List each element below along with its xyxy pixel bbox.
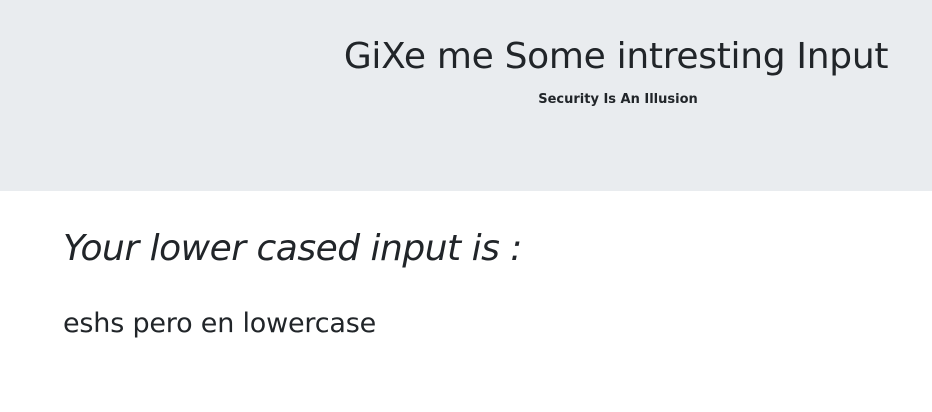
page-subtitle: Security Is An Illusion xyxy=(538,92,698,107)
page-title: GiXe me Some intresting Input xyxy=(343,36,889,77)
header-banner: GiXe me Some intresting Input Security I… xyxy=(0,0,932,191)
result-heading: Your lower cased input is : xyxy=(63,228,522,269)
lowercased-output: eshs pero en lowercase xyxy=(63,308,376,339)
